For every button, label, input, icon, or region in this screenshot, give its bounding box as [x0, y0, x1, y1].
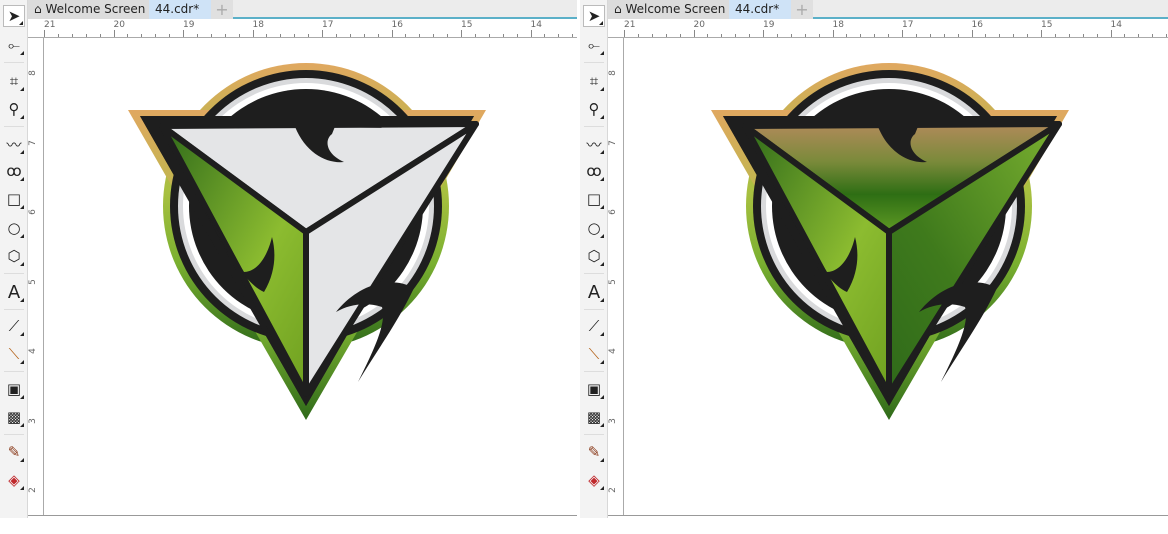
- polygon-tool[interactable]: ⬡: [3, 245, 25, 267]
- ruler-label: 14: [1110, 20, 1122, 30]
- ruler-label: 21: [44, 20, 56, 30]
- home-icon: ⌂: [614, 2, 622, 16]
- interactive-fill-tool[interactable]: ◈: [583, 469, 605, 491]
- ruler-label: 17: [322, 20, 334, 30]
- zoom-tool[interactable]: ⚲: [3, 98, 25, 120]
- connector-tool[interactable]: ⟍: [3, 343, 25, 365]
- document-tabs: ⌂ Welcome Screen 44.cdr* +: [608, 0, 1168, 19]
- artistic-media-tool[interactable]: ꝏ: [3, 160, 25, 182]
- shape-tool[interactable]: ⟜: [3, 34, 25, 56]
- ruler-label: 20: [113, 20, 125, 30]
- document-panel-1: ➤ ⟜ ⌗ ⚲ 〰 ꝏ □ ○ ⬡ A ⟋ ⟍ ▣ ▩ ✎ ◈ ⌂ Welcom…: [0, 0, 588, 534]
- document-panel-2: ➤ ⟜ ⌗ ⚲ 〰 ꝏ □ ○ ⬡ A ⟋ ⟍ ▣ ▩ ✎ ◈ ⌂ Welcom…: [580, 0, 1168, 534]
- ruler-label: 19: [763, 20, 775, 30]
- text-tool[interactable]: A: [3, 281, 25, 303]
- ruler-label: 16: [391, 20, 403, 30]
- ruler-label: 19: [183, 20, 195, 30]
- ruler-label: 16: [971, 20, 983, 30]
- eyedropper-tool[interactable]: ✎: [583, 441, 605, 463]
- ruler-label: 17: [902, 20, 914, 30]
- rectangle-tool[interactable]: □: [583, 188, 605, 210]
- tab-welcome-screen[interactable]: ⌂ Welcome Screen: [28, 0, 149, 19]
- tab-document[interactable]: 44.cdr*: [149, 0, 211, 19]
- freehand-tool[interactable]: 〰: [583, 133, 605, 155]
- ruler-label: 2: [27, 487, 38, 493]
- ruler-label: 18: [252, 20, 264, 30]
- tab-welcome-screen[interactable]: ⌂ Welcome Screen: [608, 0, 729, 19]
- transparency-tool[interactable]: ▩: [583, 406, 605, 428]
- ruler-label: 15: [1041, 20, 1053, 30]
- ruler-label: 4: [607, 348, 618, 354]
- new-tab-button[interactable]: +: [211, 0, 233, 19]
- interactive-fill-tool[interactable]: ◈: [3, 469, 25, 491]
- horizontal-ruler[interactable]: 21 20 19 18 17 16 15 14: [28, 19, 588, 38]
- ruler-label: 7: [607, 139, 618, 146]
- logo-artwork[interactable]: [709, 62, 1071, 462]
- document-tabs: ⌂ Welcome Screen 44.cdr* +: [28, 0, 577, 19]
- artistic-media-tool[interactable]: ꝏ: [583, 160, 605, 182]
- dimension-tool[interactable]: ⟋: [583, 315, 605, 337]
- logo-artwork[interactable]: [126, 62, 488, 462]
- ruler-label: 15: [461, 20, 473, 30]
- ruler-label: 8: [607, 70, 618, 76]
- horizontal-ruler[interactable]: 21 20 19 18 17 16 15 14: [608, 19, 1168, 38]
- crop-tool[interactable]: ⌗: [583, 70, 605, 92]
- crop-tool[interactable]: ⌗: [3, 70, 25, 92]
- polygon-tool[interactable]: ⬡: [583, 245, 605, 267]
- vertical-ruler[interactable]: 8 7 6 5 4 3 2: [28, 38, 44, 516]
- ruler-label: 6: [607, 209, 618, 215]
- ruler-label: 14: [530, 20, 542, 30]
- vertical-ruler[interactable]: 8 7 6 5 4 3 2: [608, 38, 624, 516]
- zoom-tool[interactable]: ⚲: [583, 98, 605, 120]
- shape-tool[interactable]: ⟜: [583, 34, 605, 56]
- ruler-label: 20: [693, 20, 705, 30]
- ruler-label: 3: [607, 417, 618, 424]
- ruler-label: 8: [27, 70, 38, 76]
- ruler-label: 4: [27, 348, 38, 354]
- ruler-label: 3: [27, 417, 38, 424]
- ellipse-tool[interactable]: ○: [3, 217, 25, 239]
- contour-tool[interactable]: ▣: [3, 378, 25, 400]
- tab-label: Welcome Screen: [45, 2, 146, 16]
- new-tab-button[interactable]: +: [791, 0, 813, 19]
- toolbox: ➤ ⟜ ⌗ ⚲ 〰 ꝏ □ ○ ⬡ A ⟋ ⟍ ▣ ▩ ✎ ◈: [0, 0, 28, 518]
- freehand-tool[interactable]: 〰: [3, 133, 25, 155]
- toolbox: ➤ ⟜ ⌗ ⚲ 〰 ꝏ □ ○ ⬡ A ⟋ ⟍ ▣ ▩ ✎ ◈: [580, 0, 608, 518]
- pick-tool[interactable]: ➤: [583, 5, 605, 27]
- tab-label: 44.cdr*: [735, 2, 780, 16]
- ruler-label: 18: [832, 20, 844, 30]
- ruler-label: 7: [27, 139, 38, 146]
- ruler-label: 2: [607, 487, 618, 493]
- ruler-label: 21: [624, 20, 636, 30]
- tab-label: 44.cdr*: [155, 2, 200, 16]
- tab-document[interactable]: 44.cdr*: [729, 0, 791, 19]
- home-icon: ⌂: [34, 2, 42, 16]
- ellipse-tool[interactable]: ○: [583, 217, 605, 239]
- pick-tool[interactable]: ➤: [3, 5, 25, 27]
- tab-label: Welcome Screen: [625, 2, 726, 16]
- transparency-tool[interactable]: ▩: [3, 406, 25, 428]
- ruler-label: 5: [27, 278, 38, 285]
- contour-tool[interactable]: ▣: [583, 378, 605, 400]
- rectangle-tool[interactable]: □: [3, 188, 25, 210]
- ruler-label: 6: [27, 209, 38, 215]
- eyedropper-tool[interactable]: ✎: [3, 441, 25, 463]
- dimension-tool[interactable]: ⟋: [3, 315, 25, 337]
- ruler-label: 5: [607, 278, 618, 285]
- connector-tool[interactable]: ⟍: [583, 343, 605, 365]
- text-tool[interactable]: A: [583, 281, 605, 303]
